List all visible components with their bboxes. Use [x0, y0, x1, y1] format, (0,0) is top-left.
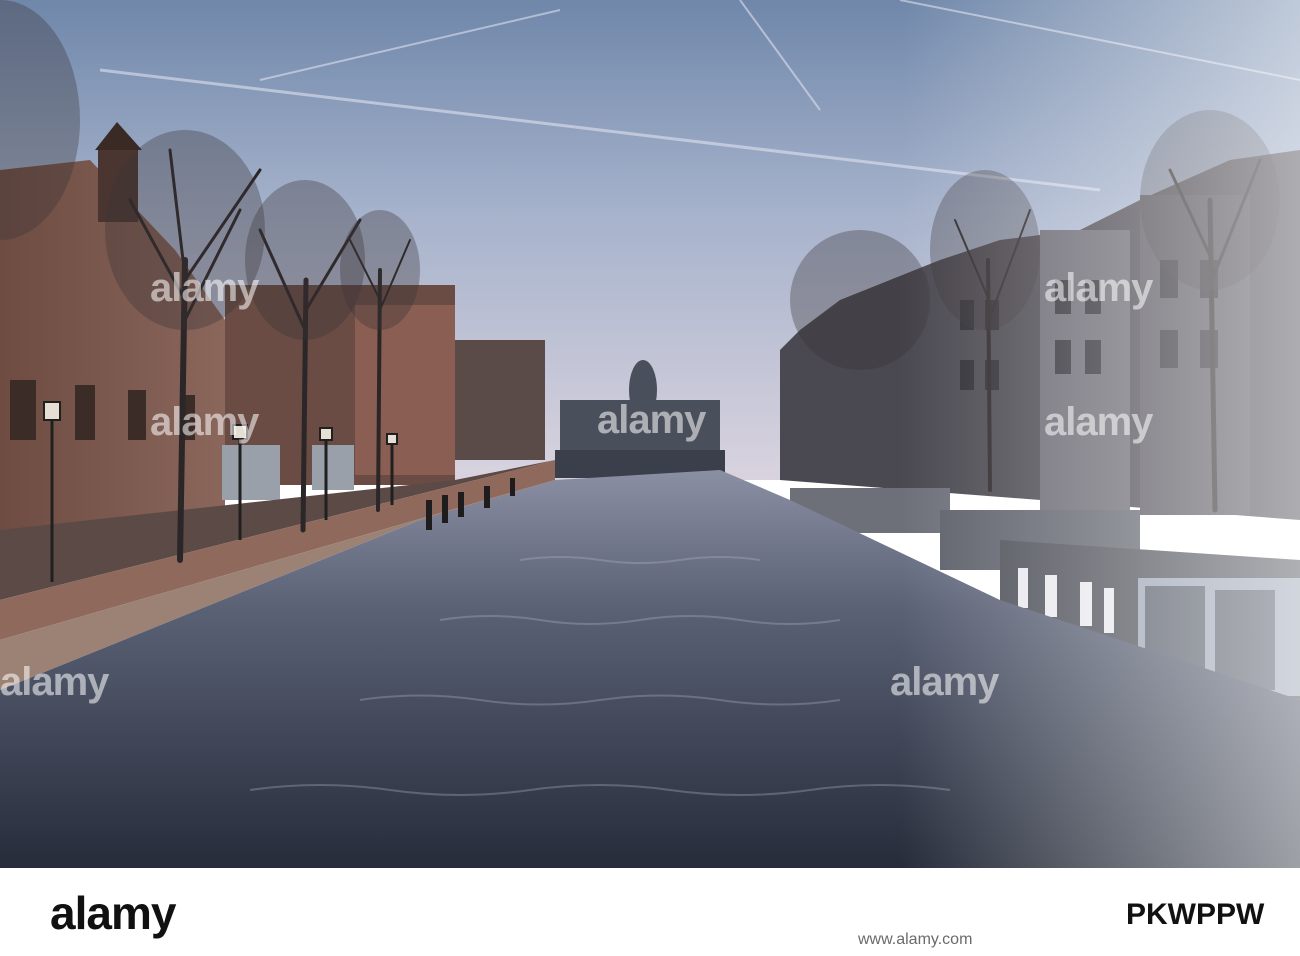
watermark-text: alamy [597, 398, 706, 442]
watermark-text: alamy [150, 266, 259, 310]
watermark-text: alamy [1044, 266, 1153, 310]
watermark-text: alamy [0, 660, 109, 704]
watermark-text: alamy [1044, 400, 1153, 444]
site-url[interactable]: www.alamy.com [858, 931, 972, 949]
footer-bar: alamy PKWPPW www.alamy.com [0, 868, 1300, 956]
image-id: PKWPPW [1126, 898, 1265, 931]
watermark-text: alamy [150, 400, 259, 444]
watermark-text: alamy [890, 660, 999, 704]
alamy-logo[interactable]: alamy [50, 886, 176, 940]
stock-photo: alamy alamy alamy alamy alamy alamy alam… [0, 0, 1300, 956]
